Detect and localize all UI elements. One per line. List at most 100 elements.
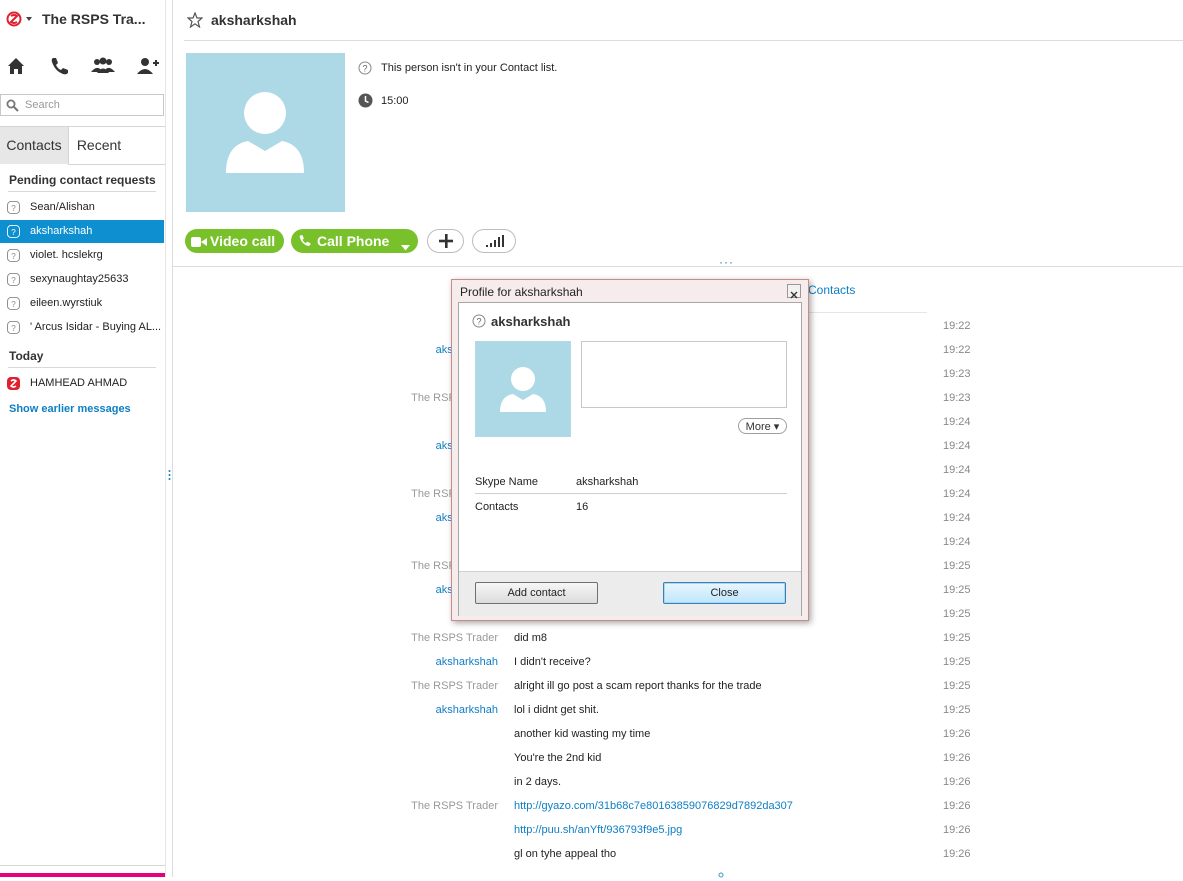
message-link[interactable]: http://puu.sh/anYft/936793f9e5.jpg — [514, 824, 682, 836]
skype-status-icon[interactable] — [6, 11, 34, 27]
skype-contact-icon — [7, 377, 20, 390]
add-to-contacts-link[interactable]: Contacts — [808, 283, 855, 297]
sidebar-item-label: sexynaughtay25633 — [30, 273, 129, 285]
sidebar-border — [165, 0, 166, 877]
message-text: I didn't receive? — [514, 656, 591, 668]
sidebar-item-label: eileen.wyrstiuk — [30, 297, 103, 309]
video-call-label: Video call — [210, 233, 276, 249]
splitter-handle[interactable] — [168, 468, 171, 482]
sidebar-item-pending-contact[interactable]: ? eileen.wyrstiuk — [0, 292, 164, 315]
close-icon — [790, 287, 798, 302]
more-button[interactable]: More ▾ — [738, 418, 787, 434]
tab-contacts[interactable]: Contacts — [0, 127, 69, 164]
pane-divider — [172, 0, 173, 877]
plus-icon — [439, 234, 453, 251]
message-text: lol i didnt get shit. — [514, 704, 599, 716]
sidebar-item-label: ' Arcus Isidar - Buying AL... — [30, 321, 162, 333]
skype-name-label: Skype Name — [475, 476, 538, 488]
add-contact-button[interactable]: Add contact — [475, 582, 598, 604]
avatar — [186, 53, 345, 212]
pending-contact-icon: ? — [6, 249, 20, 262]
sidebar-item-pending-contact[interactable]: ? sexynaughtay25633 — [0, 268, 164, 291]
sidebar-item-hamhead-ahmad[interactable]: HAMHEAD AHMAD — [0, 372, 164, 395]
svg-text:?: ? — [11, 275, 16, 285]
message-text: did m8 — [514, 632, 548, 644]
group-icon[interactable] — [89, 56, 117, 78]
message-timestamp: 19:26 — [943, 776, 971, 788]
svg-text:?: ? — [362, 64, 367, 74]
conversation-title: aksharkshah — [211, 12, 297, 28]
today-header: Today — [9, 349, 44, 363]
message-text: in 2 days. — [514, 776, 562, 788]
message-text: alright ill go post a scam report thanks… — [514, 680, 762, 692]
add-to-call-button[interactable] — [427, 229, 464, 253]
message-text: gl on tyhe appeal tho — [514, 848, 617, 860]
show-earlier-messages-link[interactable]: Show earlier messages — [9, 403, 131, 415]
svg-text:?: ? — [11, 323, 16, 333]
message-timestamp: 19:24 — [943, 416, 971, 428]
brand-bar — [0, 873, 165, 877]
dialog-title: Profile for aksharkshah — [460, 285, 583, 299]
search-box — [0, 94, 164, 116]
tabs-underline — [68, 164, 165, 165]
svg-text:?: ? — [11, 203, 16, 213]
dialog-close-button[interactable] — [787, 284, 801, 299]
tab-recent[interactable]: Recent — [69, 127, 129, 164]
message-timestamp: 19:25 — [943, 560, 971, 572]
pending-contact-icon: ? — [6, 201, 20, 214]
message-timestamp: 19:25 — [943, 680, 971, 692]
message-sender[interactable]: aksharkshah — [378, 656, 498, 668]
local-time: 15:00 — [381, 95, 409, 107]
scroll-indicator-icon — [718, 869, 724, 881]
divider — [0, 865, 165, 866]
message-link[interactable]: http://gyazo.com/31b68c7e80163859076829d… — [514, 800, 793, 812]
video-call-button[interactable]: Video call — [185, 229, 284, 253]
call-phone-label: Call Phone — [317, 233, 390, 249]
call-icon[interactable] — [49, 56, 71, 78]
sidebar-item-pending-contact[interactable]: ? Sean/Alishan — [0, 196, 164, 219]
message-timestamp: 19:24 — [943, 440, 971, 452]
dialog-body: ? aksharkshah More ▾ Skype Name aksharks… — [458, 302, 802, 616]
message-sender: The RSPS Trader — [411, 800, 498, 812]
contacts-count: 16 — [576, 501, 589, 513]
sidebar-item-pending-contact[interactable]: ? ' Arcus Isidar - Buying AL... — [0, 316, 164, 339]
message-timestamp: 19:25 — [943, 584, 971, 596]
message-timestamp: 19:25 — [943, 656, 971, 668]
message-timestamp: 19:24 — [943, 536, 971, 548]
pending-contact-icon: ? — [6, 321, 20, 334]
sidebar-item-pending-contact[interactable]: ? aksharkshah — [0, 220, 164, 243]
home-icon[interactable] — [6, 56, 28, 78]
divider — [807, 312, 927, 313]
message-timestamp: 19:25 — [943, 608, 971, 620]
call-phone-button[interactable]: Call Phone — [291, 229, 418, 253]
sidebar-item-label: HAMHEAD AHMAD — [30, 377, 128, 389]
sidebar-item-label: aksharkshah — [30, 225, 93, 237]
message-timestamp: 19:24 — [943, 488, 971, 500]
message-timestamp: 19:26 — [943, 728, 971, 740]
divider — [173, 266, 1183, 267]
divider — [8, 367, 156, 368]
message-timestamp: 19:22 — [943, 320, 971, 332]
call-quality-button[interactable] — [472, 229, 516, 253]
chevron-down-icon[interactable] — [401, 238, 410, 254]
add-contact-icon[interactable] — [136, 56, 162, 78]
search-input[interactable] — [25, 97, 159, 113]
sidebar-tabs: Contacts Recent — [0, 126, 165, 165]
message-sender[interactable]: aksharkshah — [378, 704, 498, 716]
message-timestamp: 19:25 — [943, 704, 971, 716]
favorite-star-icon[interactable] — [186, 11, 204, 31]
message-text: another kid wasting my time — [514, 728, 651, 740]
sidebar-item-pending-contact[interactable]: ? violet. hcslekrg — [0, 244, 164, 267]
message-timestamp: 19:23 — [943, 368, 971, 380]
message-timestamp: 19:25 — [943, 632, 971, 644]
app-title: The RSPS Tra... — [42, 11, 146, 27]
message-timestamp: 19:24 — [943, 512, 971, 524]
contacts-label: Contacts — [475, 501, 519, 513]
video-camera-icon — [191, 235, 207, 251]
signal-bars-icon — [486, 235, 504, 250]
pending-requests-header: Pending contact requests — [9, 173, 156, 187]
mood-message-box — [581, 341, 787, 408]
skype-name-value: aksharkshah — [576, 476, 639, 488]
dialog-footer: Add contact Close — [459, 571, 801, 616]
close-button[interactable]: Close — [663, 582, 786, 604]
